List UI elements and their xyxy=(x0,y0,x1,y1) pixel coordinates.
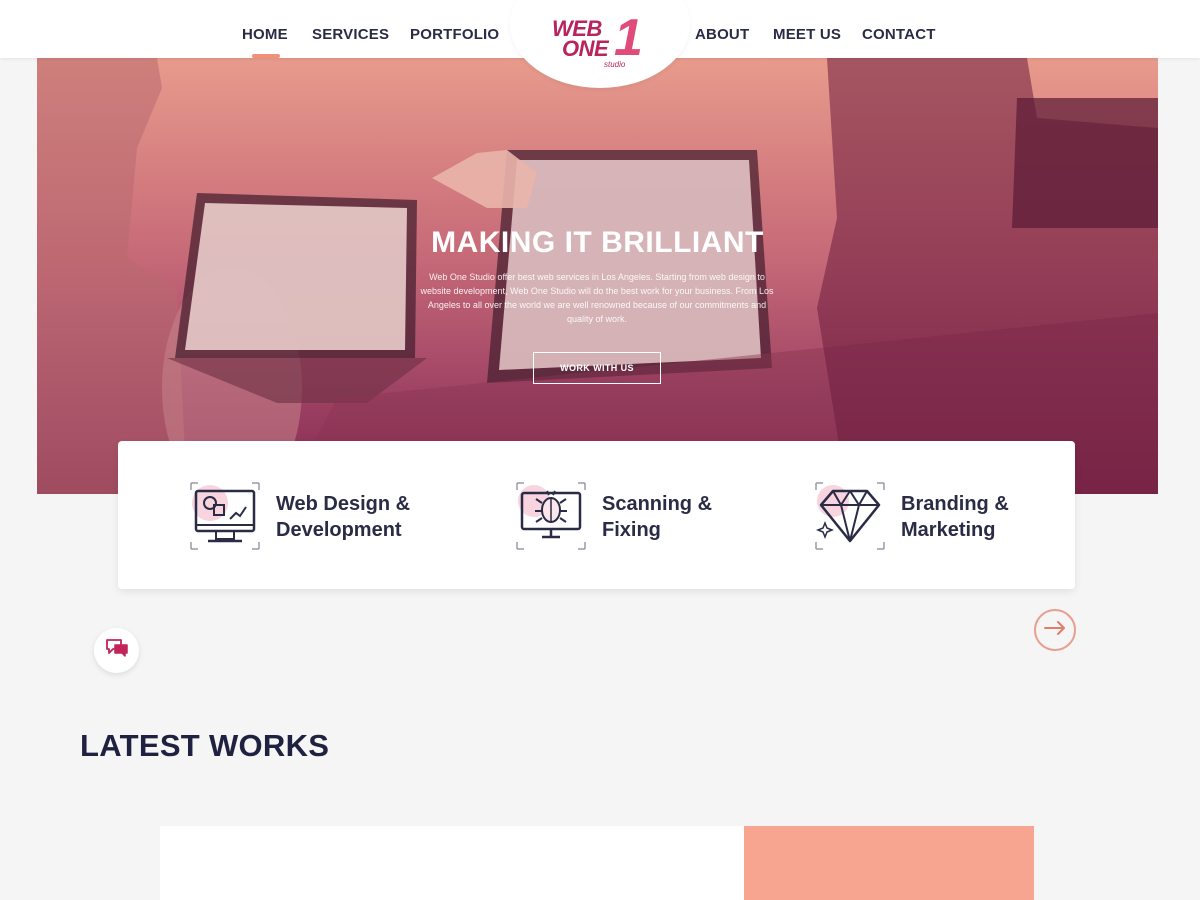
service-branding-marketing[interactable]: Branding & Marketing xyxy=(815,481,1045,553)
hero-monitor-right xyxy=(1012,98,1158,228)
services-card: Web Design & Development Scanning & Fixi… xyxy=(118,441,1075,589)
nav-contact[interactable]: CONTACT xyxy=(862,26,936,43)
nav-meet-us[interactable]: MEET US xyxy=(773,26,841,43)
nav-home[interactable]: HOME xyxy=(242,26,288,58)
service-web-design[interactable]: Web Design & Development xyxy=(190,481,450,553)
diamond-icon xyxy=(815,481,885,551)
hero-description: Web One Studio offer best web services i… xyxy=(420,272,774,324)
work-card[interactable] xyxy=(744,826,1034,900)
nav-portfolio[interactable]: PORTFOLIO xyxy=(410,26,499,43)
hero-person-left xyxy=(37,58,187,494)
service-scanning-fixing[interactable]: Scanning & Fixing xyxy=(516,481,746,553)
site-logo[interactable]: 1 WEB ONE studio xyxy=(548,9,648,74)
service-label: Web Design & Development xyxy=(276,493,411,541)
nav-services[interactable]: SERVICES xyxy=(312,26,389,43)
chat-bubbles-icon xyxy=(105,638,129,663)
next-slide-button[interactable] xyxy=(1034,609,1076,651)
work-card[interactable] xyxy=(160,826,745,900)
hero-title: MAKING IT BRILLIANT xyxy=(431,226,764,259)
logo-text-one: ONE xyxy=(562,36,609,61)
hero-laptop-center-screen xyxy=(499,160,761,370)
arrow-right-icon xyxy=(1044,620,1066,640)
monitor-design-icon xyxy=(190,481,260,551)
hero-banner: MAKING IT BRILLIANT Web One Studio offer… xyxy=(37,58,1158,494)
service-label: Scanning & Fixing xyxy=(602,493,713,541)
latest-works-title: LATEST WORKS xyxy=(80,728,330,763)
nav-about[interactable]: ABOUT xyxy=(695,26,749,43)
bug-scan-icon xyxy=(516,481,586,551)
service-label: Branding & Marketing xyxy=(901,493,1009,541)
work-with-us-button[interactable]: WORK WITH US xyxy=(533,352,661,384)
logo-mark: 1 xyxy=(614,9,643,67)
chat-button[interactable] xyxy=(94,628,139,673)
logo-tagline: studio xyxy=(604,60,626,69)
